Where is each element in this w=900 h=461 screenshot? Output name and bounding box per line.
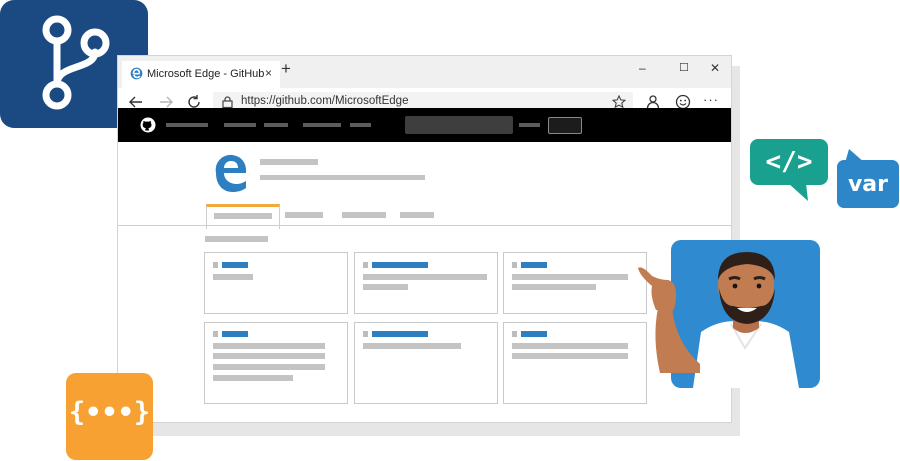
tab-placeholder[interactable] bbox=[285, 212, 323, 218]
repo-desc-placeholder bbox=[213, 353, 325, 359]
close-window-icon[interactable]: ✕ bbox=[710, 61, 720, 75]
new-tab-icon[interactable]: + bbox=[281, 59, 291, 79]
pointing-arm bbox=[638, 267, 700, 373]
code-bubble: </> bbox=[750, 139, 828, 185]
maximize-icon[interactable]: ☐ bbox=[679, 61, 689, 74]
tab-placeholder[interactable] bbox=[400, 212, 434, 218]
repo-icon bbox=[512, 331, 517, 337]
repo-desc-placeholder bbox=[512, 343, 628, 349]
repo-desc-placeholder bbox=[363, 284, 408, 290]
repo-link-placeholder[interactable] bbox=[372, 262, 428, 268]
nav-placeholder[interactable] bbox=[303, 123, 341, 127]
repo-icon bbox=[363, 262, 368, 268]
lock-icon bbox=[222, 96, 233, 108]
var-label: var bbox=[847, 172, 889, 197]
repo-card[interactable] bbox=[503, 252, 647, 314]
favorite-star-icon[interactable] bbox=[612, 95, 626, 109]
nav-placeholder[interactable] bbox=[519, 123, 540, 127]
more-menu-icon[interactable]: ··· bbox=[703, 92, 719, 107]
repo-card[interactable] bbox=[503, 322, 647, 404]
repo-desc-placeholder bbox=[213, 274, 253, 280]
tab-title: Microsoft Edge - GitHub bbox=[147, 68, 265, 80]
tab-bar: Microsoft Edge - GitHub × + – ☐ ✕ bbox=[118, 56, 731, 88]
json-tile: {•••} bbox=[66, 373, 153, 460]
org-description-placeholder bbox=[260, 175, 425, 180]
code-bubble-tail bbox=[788, 183, 808, 201]
github-logo-icon[interactable] bbox=[140, 117, 156, 133]
minimize-icon[interactable]: – bbox=[639, 61, 646, 75]
browser-tab[interactable]: Microsoft Edge - GitHub × bbox=[122, 61, 280, 88]
var-bubble: var bbox=[837, 160, 899, 208]
code-tag-icon: </> bbox=[765, 147, 813, 177]
search-box[interactable] bbox=[405, 116, 513, 134]
repo-card[interactable] bbox=[354, 322, 498, 404]
repo-link-placeholder[interactable] bbox=[222, 331, 248, 337]
repo-desc-placeholder bbox=[512, 353, 628, 359]
repo-card[interactable] bbox=[204, 322, 348, 404]
sign-in-button[interactable] bbox=[548, 117, 582, 134]
repo-icon bbox=[213, 331, 218, 337]
repo-link-placeholder[interactable] bbox=[372, 331, 428, 337]
nav-placeholder[interactable] bbox=[224, 123, 256, 127]
repo-icon bbox=[213, 262, 218, 268]
repo-desc-placeholder bbox=[213, 343, 325, 349]
repo-link-placeholder[interactable] bbox=[521, 262, 547, 268]
repo-desc-placeholder bbox=[512, 274, 628, 280]
tab-label-placeholder bbox=[214, 213, 272, 219]
repo-card[interactable] bbox=[354, 252, 498, 314]
github-header bbox=[118, 108, 731, 142]
repo-card[interactable] bbox=[204, 252, 348, 314]
edge-favicon-icon bbox=[130, 67, 143, 80]
repo-link-placeholder[interactable] bbox=[222, 262, 248, 268]
nav-placeholder[interactable] bbox=[166, 123, 208, 127]
tab-close-icon[interactable]: × bbox=[265, 66, 272, 80]
edge-logo-icon bbox=[215, 154, 247, 192]
repo-icon bbox=[512, 262, 517, 268]
section-title-placeholder bbox=[205, 236, 268, 242]
repo-desc-placeholder bbox=[512, 284, 596, 290]
repo-desc-placeholder bbox=[363, 343, 461, 349]
tab-underline bbox=[118, 225, 731, 226]
nav-placeholder[interactable] bbox=[350, 123, 371, 127]
org-name-placeholder bbox=[260, 159, 318, 165]
nav-placeholder[interactable] bbox=[264, 123, 288, 127]
repo-icon bbox=[363, 331, 368, 337]
repo-desc-placeholder bbox=[363, 274, 487, 280]
repo-desc-placeholder bbox=[213, 375, 293, 381]
repo-link-placeholder[interactable] bbox=[521, 331, 547, 337]
tab-placeholder[interactable] bbox=[342, 212, 386, 218]
repo-desc-placeholder bbox=[213, 364, 325, 370]
json-braces-icon: {•••} bbox=[68, 397, 151, 428]
url-text: https://github.com/MicrosoftEdge bbox=[241, 95, 409, 107]
